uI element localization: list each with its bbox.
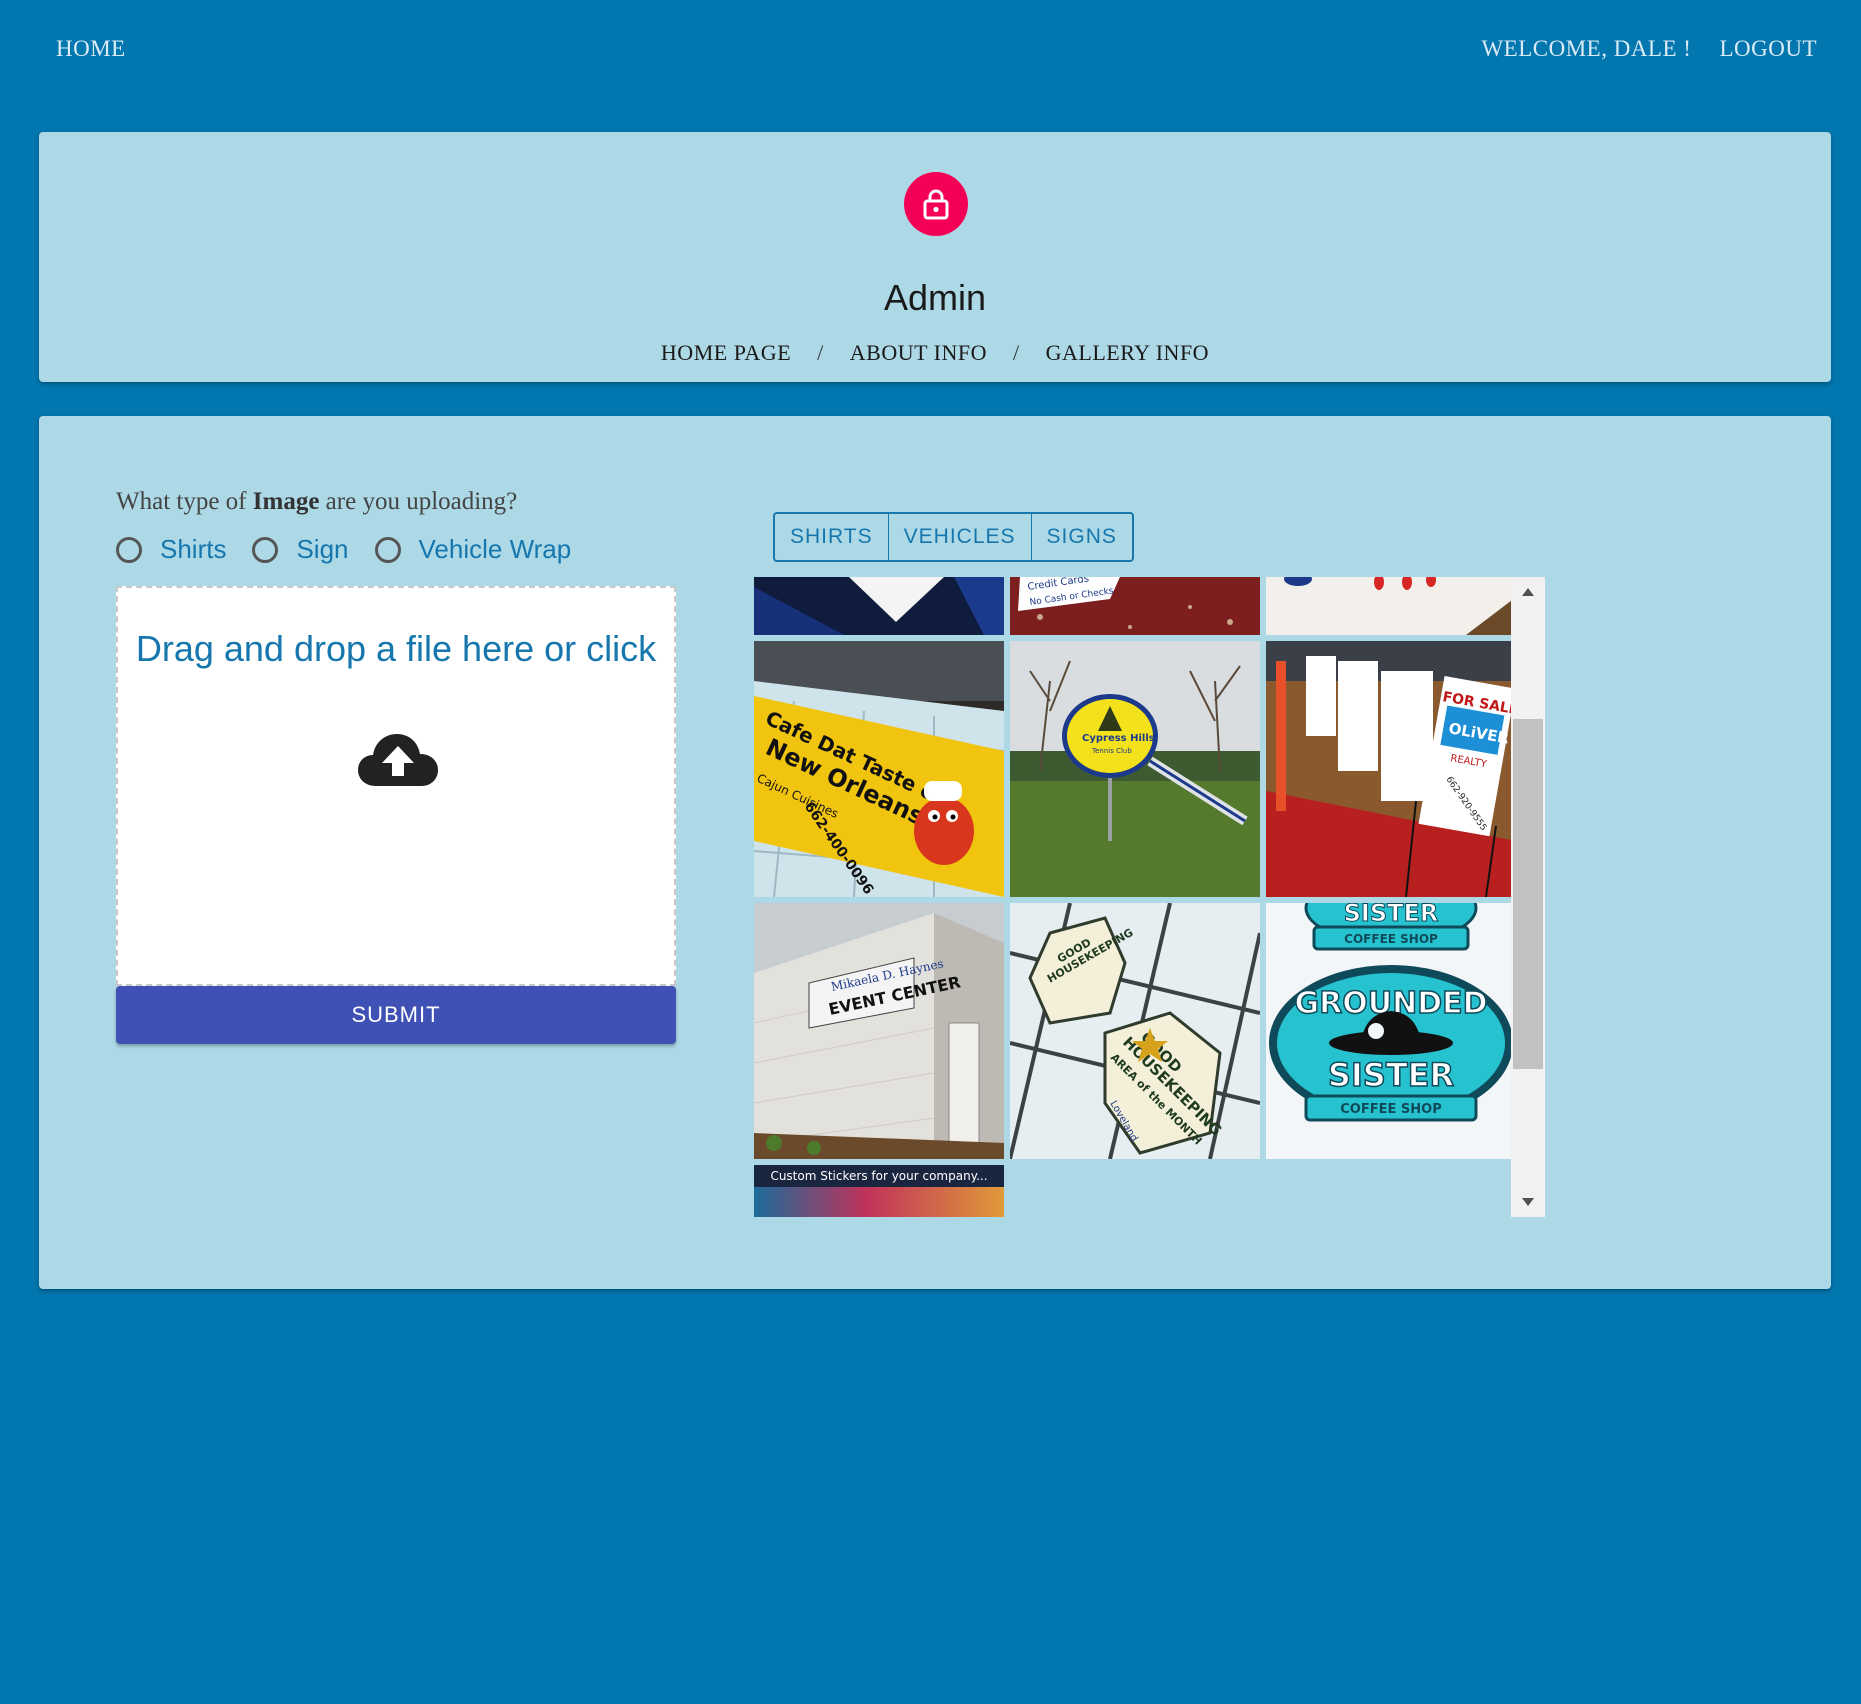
radio-button-icon[interactable] bbox=[252, 536, 279, 563]
home-page-link[interactable]: HOME PAGE bbox=[661, 340, 791, 366]
about-info-link[interactable]: ABOUT INFO bbox=[850, 340, 987, 366]
sign-image: Credit Cards No Cash or Checks bbox=[1010, 577, 1260, 635]
filter-shirts-button[interactable]: SHIRTS bbox=[775, 514, 889, 560]
nav-right-group: WELCOME, DALE ! LOGOUT bbox=[1481, 36, 1817, 62]
stickers-promo-image: Custom Stickers for your company... bbox=[754, 1165, 1004, 1217]
filter-vehicles-button[interactable]: VEHICLES bbox=[889, 514, 1032, 560]
nav-home-link[interactable]: HOME bbox=[56, 36, 126, 62]
lock-avatar bbox=[904, 172, 968, 236]
admin-section-links: HOME PAGE / ABOUT INFO / GALLERY INFO bbox=[39, 340, 1831, 366]
scroll-up-button[interactable] bbox=[1511, 577, 1545, 607]
lock-icon bbox=[923, 189, 949, 220]
gallery-upload-card: What type of Image are you uploading? Sh… bbox=[39, 416, 1831, 1289]
sign-image bbox=[1266, 577, 1516, 635]
gallery-thumbnail[interactable]: SISTER COFFEE SHOP GROUNDED SISTER COFFE… bbox=[1266, 903, 1516, 1159]
sticker-text: SISTER bbox=[1328, 1056, 1454, 1094]
gallery-thumbnail[interactable]: FOR SALE OLiVER REALTY 662-920-9555 bbox=[1266, 641, 1516, 897]
gallery-filter-group: SHIRTS VEHICLES SIGNS bbox=[773, 512, 1134, 562]
gallery-thumbnail[interactable] bbox=[754, 577, 1004, 635]
link-separator: / bbox=[817, 340, 824, 365]
building-sign-image: Mikaela D. Haynes EVENT CENTER bbox=[754, 903, 1004, 1159]
top-navbar: HOME WELCOME, DALE ! LOGOUT bbox=[0, 0, 1861, 100]
admin-header-card: Admin HOME PAGE / ABOUT INFO / GALLERY I… bbox=[39, 132, 1831, 382]
triangle-down-icon bbox=[1522, 1198, 1534, 1206]
sign-text: Cypress Hills bbox=[1082, 733, 1155, 744]
image-type-radio-group: Shirts Sign Vehicle Wrap bbox=[116, 534, 571, 565]
file-dropzone[interactable]: Drag and drop a file here or click bbox=[116, 586, 676, 986]
page-title: Admin bbox=[883, 277, 987, 318]
gallery-thumbnail[interactable] bbox=[1266, 577, 1516, 635]
cloud-upload-icon bbox=[358, 734, 438, 786]
radio-label: Sign bbox=[296, 534, 349, 564]
gallery-thumbnail[interactable]: GOOD HOUSEKEEPING GOOD HOUSEKEEPING AREA… bbox=[1010, 903, 1260, 1159]
dropzone-text: Drag and drop a file here or click bbox=[135, 628, 657, 669]
sticker-text: COFFEE SHOP bbox=[1340, 1102, 1441, 1117]
sign-text: Tennis Club bbox=[1091, 747, 1132, 755]
scrollbar-thumb[interactable] bbox=[1513, 719, 1543, 1069]
gallery-grid: Credit Cards No Cash or Checks Cafe Dat … bbox=[754, 577, 1551, 1217]
gallery-thumbnail[interactable]: Custom Stickers for your company... bbox=[754, 1165, 1004, 1217]
gallery-thumbnail[interactable]: Cypress Hills Tennis Club bbox=[1010, 641, 1260, 897]
question-prefix: What type of bbox=[116, 488, 247, 515]
promo-text: Custom Stickers for your company... bbox=[770, 1169, 987, 1183]
upload-type-question: What type of Image are you uploading? bbox=[116, 488, 517, 516]
welcome-user-link[interactable]: WELCOME, DALE ! bbox=[1481, 36, 1691, 62]
scroll-down-button[interactable] bbox=[1511, 1187, 1545, 1217]
link-separator: / bbox=[1012, 340, 1020, 365]
filter-signs-button[interactable]: SIGNS bbox=[1032, 514, 1132, 560]
gallery-thumbnail[interactable]: Mikaela D. Haynes EVENT CENTER bbox=[754, 903, 1004, 1159]
sticker-text: SISTER bbox=[1344, 903, 1439, 927]
sign-image: FOR SALE OLiVER REALTY 662-920-9555 bbox=[1266, 641, 1516, 897]
radio-vehicle-wrap[interactable]: Vehicle Wrap bbox=[374, 534, 572, 565]
radio-shirts[interactable]: Shirts bbox=[116, 534, 226, 565]
banner-image: Cafe Dat Taste of New Orleans Cajun Cuis… bbox=[754, 641, 1004, 897]
sticker-image: SISTER COFFEE SHOP GROUNDED SISTER COFFE… bbox=[1266, 903, 1516, 1159]
submit-button[interactable]: SUBMIT bbox=[116, 986, 676, 1044]
logout-link[interactable]: LOGOUT bbox=[1719, 36, 1817, 62]
sticker-text: COFFEE SHOP bbox=[1344, 932, 1438, 946]
gallery-info-link[interactable]: GALLERY INFO bbox=[1046, 340, 1209, 366]
triangle-up-icon bbox=[1522, 588, 1534, 596]
sign-image: Cypress Hills Tennis Club bbox=[1010, 641, 1260, 897]
radio-label: Vehicle Wrap bbox=[418, 534, 572, 564]
gallery-scrollbar[interactable] bbox=[1511, 577, 1545, 1217]
sign-image bbox=[754, 577, 1004, 635]
question-suffix: are you uploading? bbox=[325, 488, 518, 515]
gallery-thumbnail[interactable]: Credit Cards No Cash or Checks bbox=[1010, 577, 1260, 635]
gallery-thumbnail[interactable]: Cafe Dat Taste of New Orleans Cajun Cuis… bbox=[754, 641, 1004, 897]
question-bold: Image bbox=[252, 488, 320, 515]
radio-label: Shirts bbox=[160, 534, 227, 564]
radio-sign[interactable]: Sign bbox=[252, 534, 349, 565]
radio-button-icon[interactable] bbox=[116, 536, 142, 563]
decal-image: GOOD HOUSEKEEPING GOOD HOUSEKEEPING AREA… bbox=[1010, 903, 1260, 1159]
radio-button-icon[interactable] bbox=[374, 536, 401, 563]
